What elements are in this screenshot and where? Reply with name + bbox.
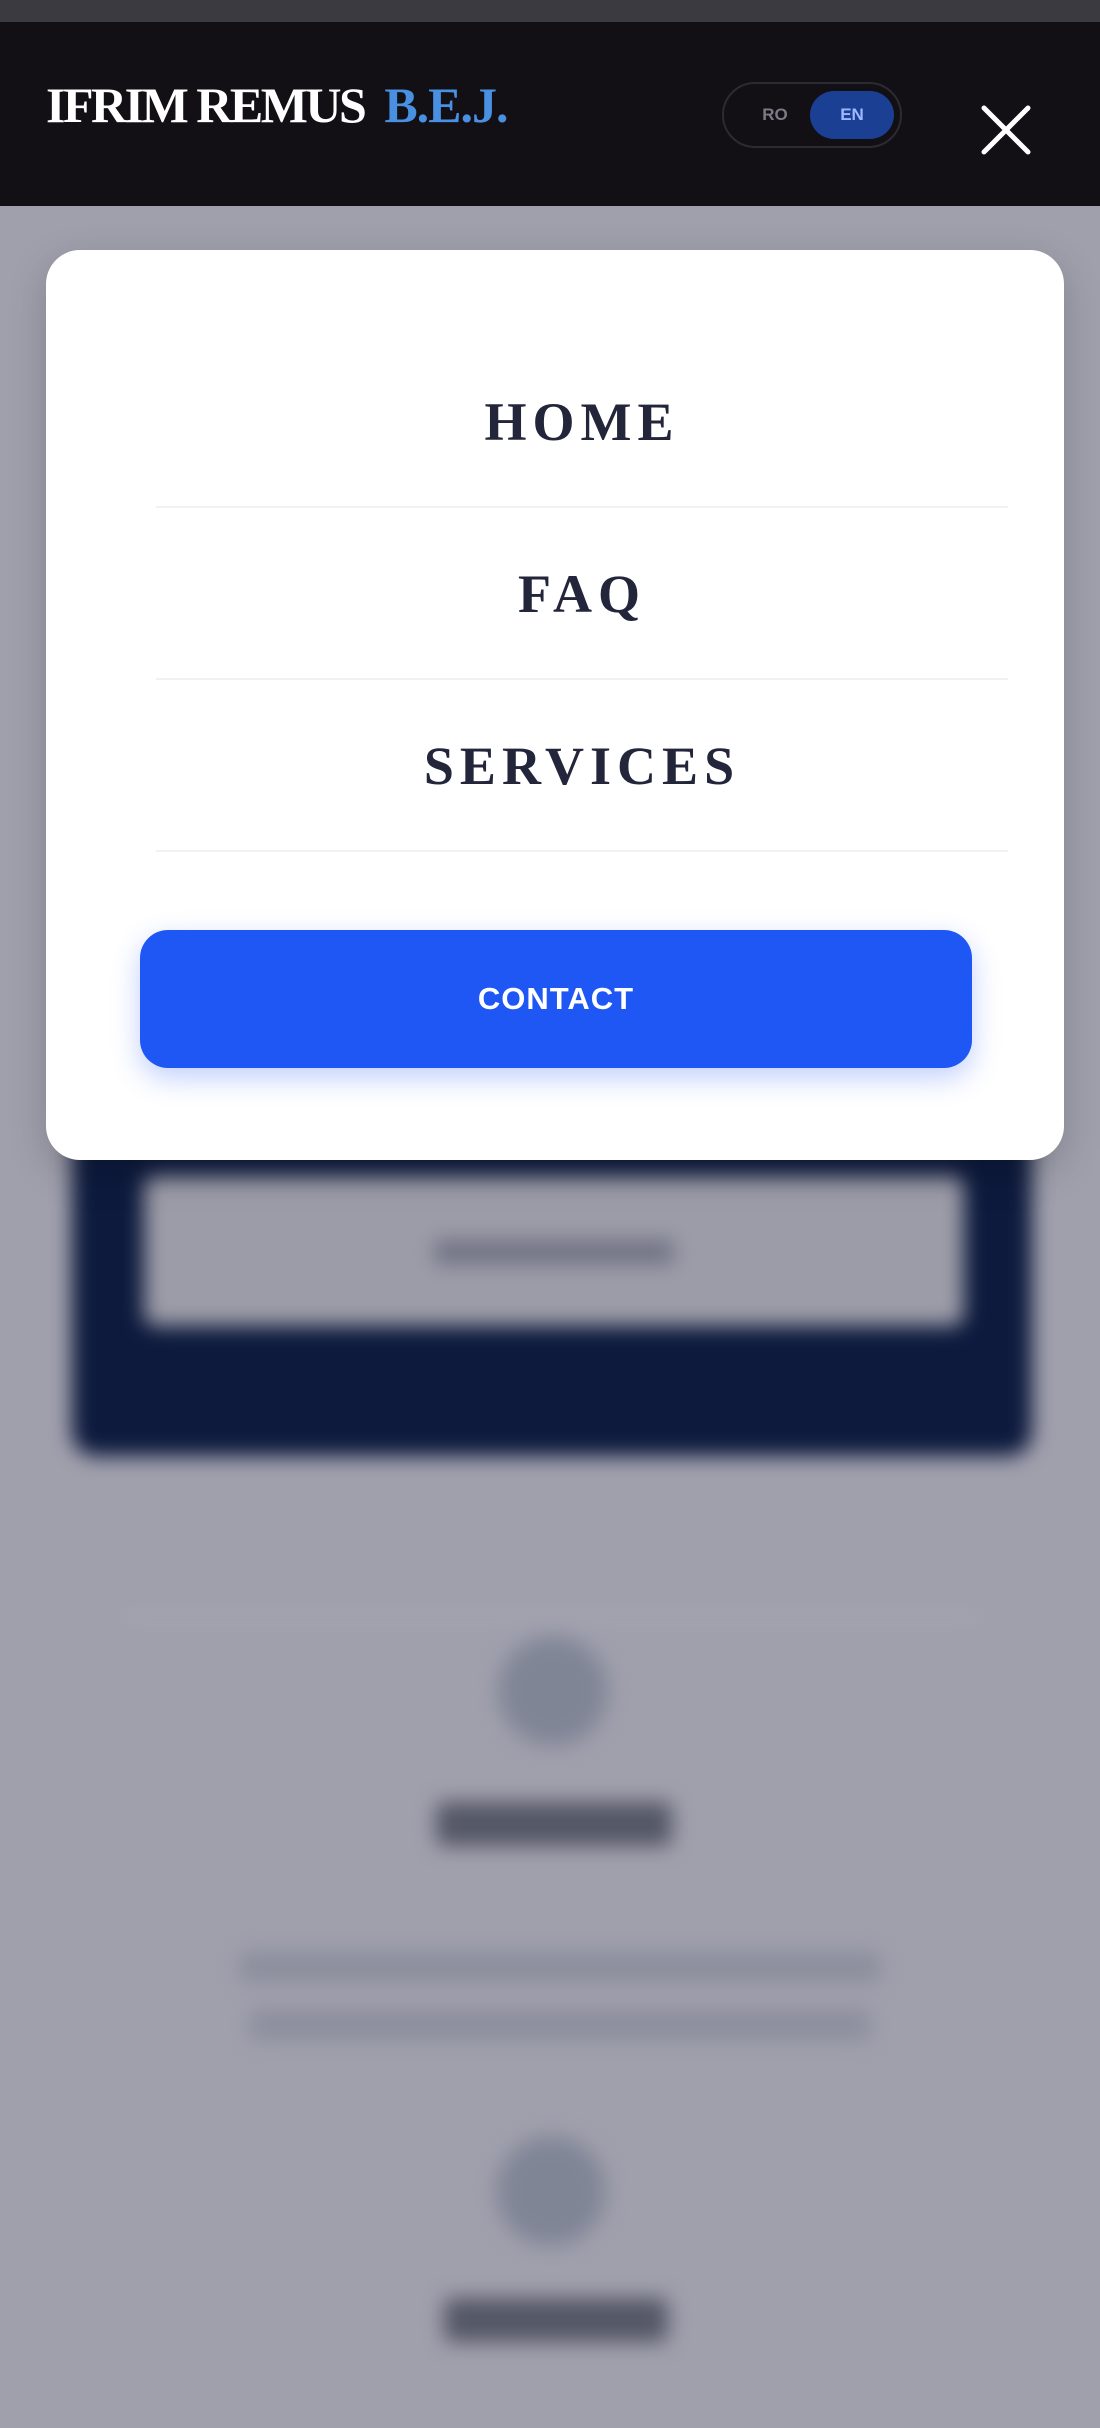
blurred-feature-text: [240, 1952, 880, 1982]
close-icon: [981, 105, 1031, 155]
blurred-divider: [120, 1616, 980, 1619]
lang-option-en[interactable]: EN: [810, 91, 894, 139]
blurred-text: [434, 1240, 674, 1264]
blurred-feature-icon: [496, 2136, 606, 2246]
close-menu-button[interactable]: [978, 102, 1034, 158]
blurred-feature-text: [250, 2010, 870, 2040]
status-strip: [0, 0, 1100, 22]
menu-divider: [156, 850, 1008, 852]
top-nav-bar: IFRIM REMUS B.E.J. RO EN: [0, 22, 1100, 206]
brand-logo[interactable]: IFRIM REMUS B.E.J.: [46, 77, 509, 133]
logo-suffix: B.E.J.: [384, 77, 508, 133]
logo-name: IFRIM REMUS: [46, 77, 367, 133]
menu-item-services[interactable]: SERVICES: [156, 680, 1008, 852]
blurred-feature-icon: [498, 1636, 608, 1746]
menu-item-faq[interactable]: FAQ: [156, 508, 1008, 680]
blurred-feature-title: [436, 1802, 672, 1846]
menu-item-home[interactable]: HOME: [156, 336, 1008, 508]
menu-item-label: FAQ: [518, 564, 646, 624]
contact-button[interactable]: CONTACT: [140, 930, 972, 1068]
menu-item-label: HOME: [484, 392, 680, 452]
mobile-menu-panel: HOME FAQ SERVICES CONTACT: [46, 250, 1064, 1160]
menu-item-label: SERVICES: [423, 736, 741, 796]
language-toggle[interactable]: RO EN: [722, 82, 902, 148]
lang-option-ro[interactable]: RO: [750, 84, 800, 146]
blurred-feature-title: [444, 2298, 668, 2342]
blurred-cta-button: [144, 1176, 964, 1326]
